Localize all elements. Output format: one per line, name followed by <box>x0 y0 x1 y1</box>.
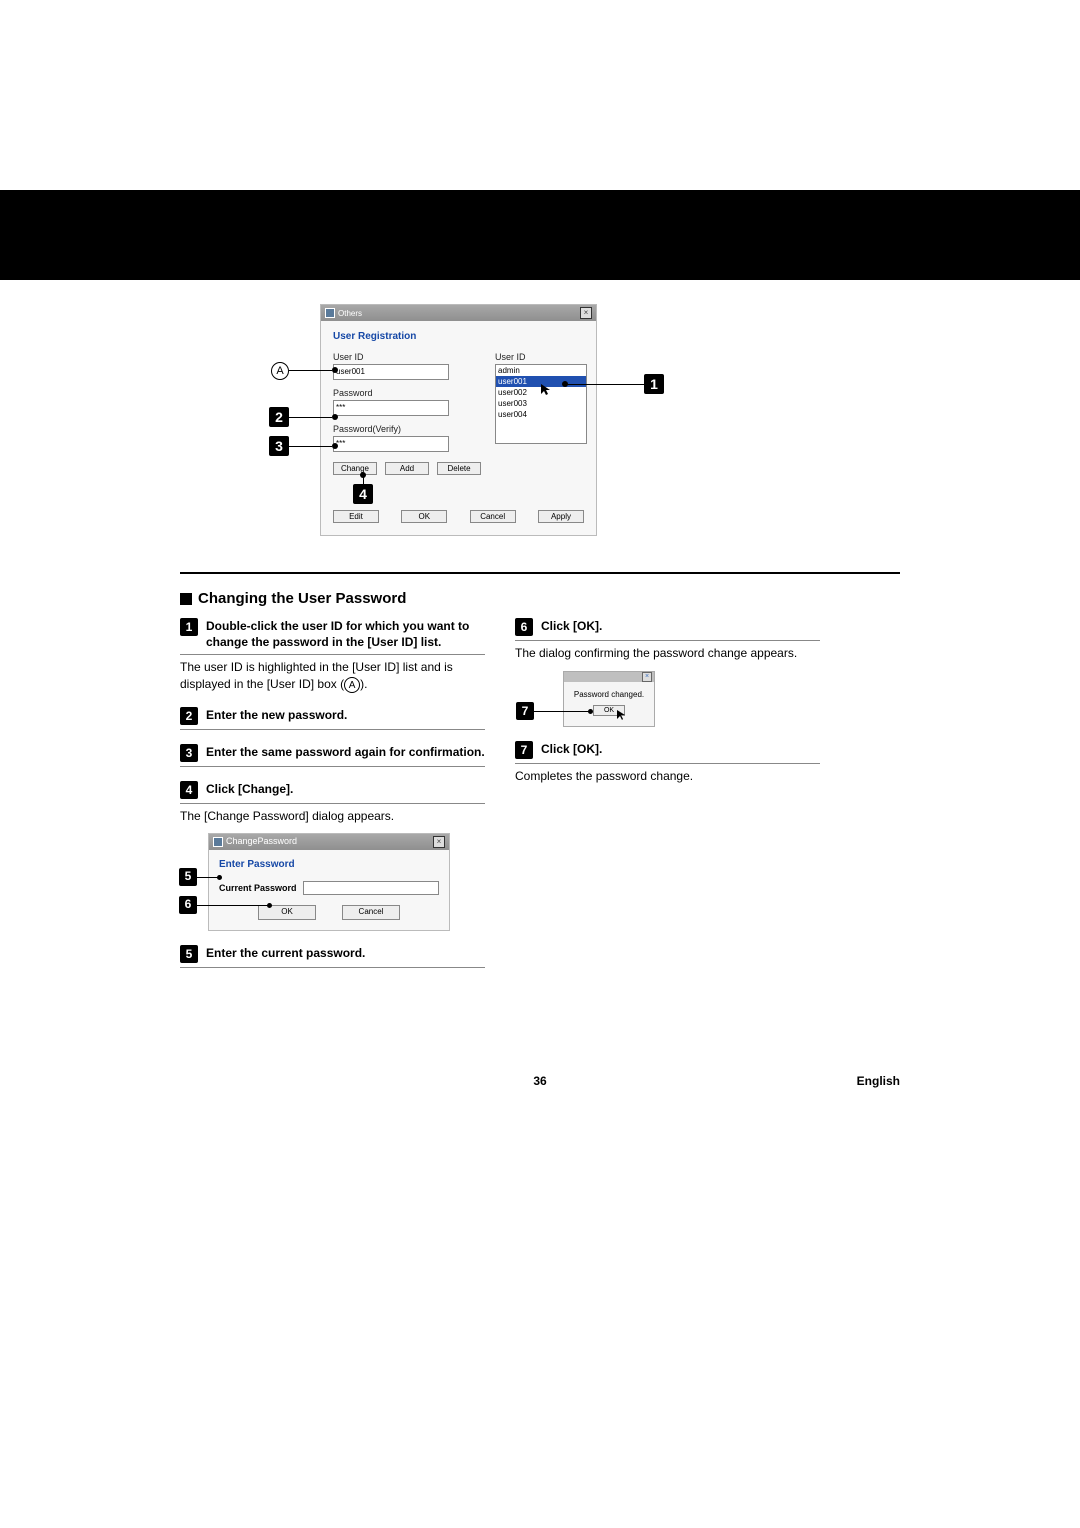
callout-3: 3 <box>269 436 289 456</box>
callout-5: 5 <box>179 868 197 886</box>
cancel-button[interactable]: Cancel <box>342 905 400 920</box>
add-button[interactable]: Add <box>385 462 429 475</box>
step-body-7: Completes the password change. <box>515 768 820 784</box>
callout-2: 2 <box>269 407 289 427</box>
page-number: 36 <box>0 1074 1080 1088</box>
list-item[interactable]: user003 <box>496 398 586 409</box>
label-password-verify: Password(Verify) <box>333 424 481 434</box>
step-title-6: Click [OK]. <box>541 618 602 634</box>
dialog3-titlebar: × <box>564 672 654 682</box>
list-item[interactable]: admin <box>496 365 586 376</box>
change-button[interactable]: Change <box>333 462 377 475</box>
step-num-1: 1 <box>180 618 198 636</box>
callout-4: 4 <box>353 484 373 504</box>
close-icon[interactable]: × <box>580 307 592 319</box>
step-num-7: 7 <box>515 741 533 759</box>
user-id-input[interactable]: user001 <box>333 364 449 380</box>
dialog-header: User Registration <box>333 331 584 342</box>
cancel-button[interactable]: Cancel <box>470 510 516 523</box>
ok-button[interactable]: OK <box>401 510 447 523</box>
list-item[interactable]: user004 <box>496 409 586 420</box>
label-current-password: Current Password <box>219 882 297 894</box>
steps-column-right: 6 Click [OK]. The dialog confirming the p… <box>515 618 820 799</box>
callout-6: 6 <box>179 896 197 914</box>
confirm-message: Password changed. <box>568 690 650 701</box>
step-title-4: Click [Change]. <box>206 781 293 797</box>
dialog-title: Others <box>338 309 362 318</box>
label-user-id: User ID <box>333 352 481 362</box>
step-body-4: The [Change Password] dialog appears. <box>180 808 485 824</box>
language-label: English <box>857 1074 900 1088</box>
confirm-dialog: × Password changed. OK 7 <box>563 671 655 727</box>
step-num-3: 3 <box>180 744 198 762</box>
current-password-input[interactable] <box>303 881 439 895</box>
delete-button[interactable]: Delete <box>437 462 481 475</box>
step-title-7: Click [OK]. <box>541 741 602 757</box>
callout-1: 1 <box>644 374 664 394</box>
step-num-4: 4 <box>180 781 198 799</box>
dialog-icon <box>213 837 223 847</box>
cursor-icon <box>617 710 626 721</box>
header-black-bar <box>0 190 1080 280</box>
user-id-listbox[interactable]: adminuser001user002user003user004 <box>495 364 587 444</box>
label-user-id-list: User ID <box>495 352 587 362</box>
dialog2-titlebar: ChangePassword × <box>209 834 449 850</box>
step-title-3: Enter the same password again for confir… <box>206 744 485 760</box>
dialog-titlebar: Others × <box>321 305 596 321</box>
step-body-1: The user ID is highlighted in the [User … <box>180 659 485 693</box>
step-title-2: Enter the new password. <box>206 707 347 723</box>
change-password-dialog: ChangePassword × Enter Password Current … <box>208 833 450 931</box>
section-title: Changing the User Password <box>180 590 406 607</box>
steps-column-left: 1 Double-click the user ID for which you … <box>180 618 485 982</box>
dialog2-title: ChangePassword <box>226 835 297 847</box>
dialog-icon <box>325 308 335 318</box>
password-verify-input[interactable]: *** <box>333 436 449 452</box>
edit-button[interactable]: Edit <box>333 510 379 523</box>
callout-a: A <box>271 362 289 380</box>
dialog2-header: Enter Password <box>219 858 439 872</box>
horizontal-rule <box>180 572 900 574</box>
step-num-6: 6 <box>515 618 533 636</box>
step-title-5: Enter the current password. <box>206 945 365 961</box>
label-password: Password <box>333 388 481 398</box>
step-num-5: 5 <box>180 945 198 963</box>
close-icon[interactable]: × <box>642 672 652 682</box>
step-num-2: 2 <box>180 707 198 725</box>
apply-button[interactable]: Apply <box>538 510 584 523</box>
step-body-6: The dialog confirming the password chang… <box>515 645 820 661</box>
cursor-icon <box>541 384 551 396</box>
password-input[interactable]: *** <box>333 400 449 416</box>
close-icon[interactable]: × <box>433 836 445 848</box>
callout-7: 7 <box>516 702 534 720</box>
step-title-1: Double-click the user ID for which you w… <box>206 618 485 650</box>
